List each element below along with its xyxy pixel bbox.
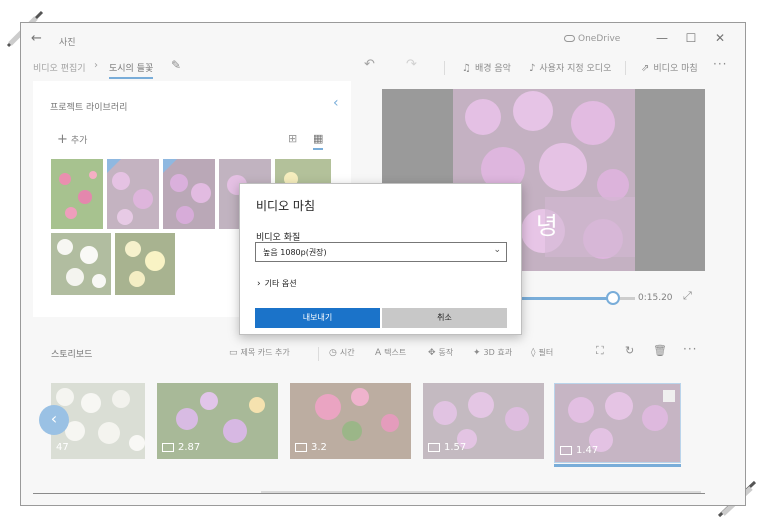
photos-app-window: ← 사진 OneDrive — ☐ ✕ 비디오 편집기 › 도시의 들꽃 ✎ ↶…: [20, 22, 746, 506]
export-button[interactable]: 내보내기: [255, 308, 380, 328]
video-quality-value: 높음 1080p(권장): [263, 248, 327, 257]
chevron-right-icon: ›: [257, 279, 261, 289]
more-options-label: 기타 옵션: [264, 279, 297, 288]
chevron-down-icon: ⌄: [493, 245, 501, 255]
finish-video-dialog: 비디오 마침 비디오 화질 높음 1080p(권장) ⌄ › 기타 옵션 내보내기…: [239, 183, 522, 335]
cancel-button[interactable]: 취소: [382, 308, 507, 328]
video-quality-select[interactable]: 높음 1080p(권장) ⌄: [255, 242, 507, 262]
dialog-title: 비디오 마침: [256, 199, 316, 213]
more-options-toggle[interactable]: › 기타 옵션: [257, 278, 297, 289]
